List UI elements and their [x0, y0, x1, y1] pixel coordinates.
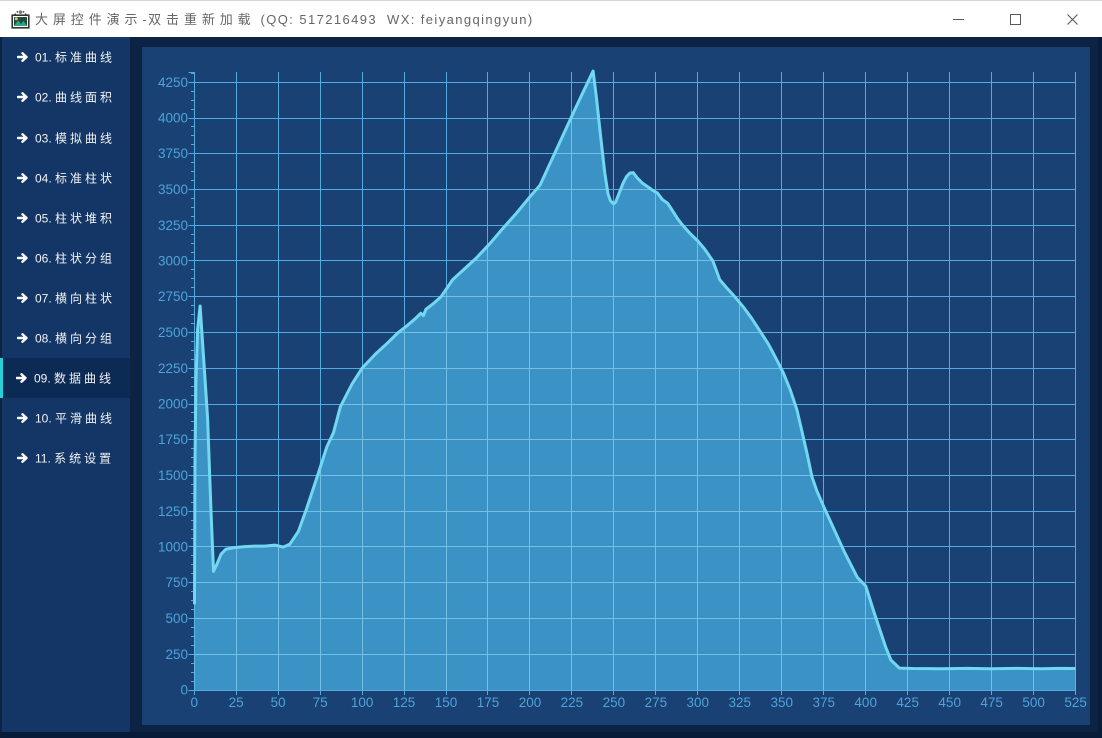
svg-text:75: 75	[313, 695, 328, 710]
svg-text:4250: 4250	[158, 75, 188, 90]
svg-text:3250: 3250	[158, 218, 188, 233]
svg-text:525: 525	[1064, 695, 1087, 710]
svg-text:250: 250	[603, 695, 626, 710]
svg-text:100: 100	[351, 695, 374, 710]
svg-text:225: 225	[561, 695, 584, 710]
svg-text:25: 25	[229, 695, 244, 710]
svg-text:3750: 3750	[158, 146, 188, 161]
svg-text:1500: 1500	[158, 468, 188, 483]
svg-text:750: 750	[165, 575, 188, 590]
svg-text:3500: 3500	[158, 182, 188, 197]
svg-text:475: 475	[980, 695, 1003, 710]
svg-text:2250: 2250	[158, 361, 188, 376]
svg-text:450: 450	[938, 695, 961, 710]
svg-text:350: 350	[771, 695, 794, 710]
svg-text:275: 275	[645, 695, 668, 710]
svg-text:500: 500	[1022, 695, 1045, 710]
svg-text:425: 425	[896, 695, 919, 710]
svg-text:200: 200	[519, 695, 542, 710]
svg-text:400: 400	[854, 695, 877, 710]
svg-text:175: 175	[477, 695, 500, 710]
svg-text:250: 250	[165, 647, 188, 662]
svg-text:2000: 2000	[158, 397, 188, 412]
svg-text:300: 300	[687, 695, 710, 710]
svg-text:0: 0	[180, 683, 188, 698]
svg-text:1750: 1750	[158, 432, 188, 447]
svg-text:500: 500	[165, 611, 188, 626]
svg-text:50: 50	[271, 695, 286, 710]
svg-text:2750: 2750	[158, 289, 188, 304]
svg-text:375: 375	[813, 695, 836, 710]
svg-text:150: 150	[435, 695, 458, 710]
svg-text:125: 125	[393, 695, 416, 710]
svg-text:1250: 1250	[158, 504, 188, 519]
svg-text:4000: 4000	[158, 111, 188, 126]
svg-text:2500: 2500	[158, 325, 188, 340]
svg-text:0: 0	[190, 695, 198, 710]
svg-text:1000: 1000	[158, 540, 188, 555]
svg-text:325: 325	[729, 695, 752, 710]
svg-text:3000: 3000	[158, 254, 188, 269]
